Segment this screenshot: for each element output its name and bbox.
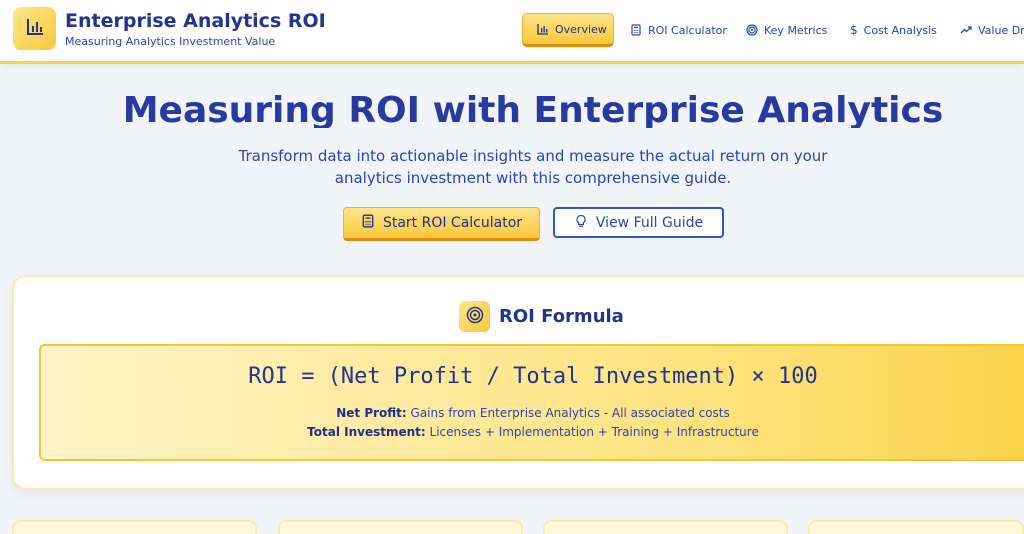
nav-key-metrics-label: Key Metrics (764, 23, 828, 37)
total-investment-term: Total Investment: (307, 425, 426, 439)
target-icon (466, 306, 484, 328)
lightbulb-icon (574, 214, 588, 232)
calculator-icon (630, 24, 642, 36)
total-investment-definition: Total Investment: Licenses + Implementat… (0, 425, 1024, 439)
card-icon-box (459, 301, 490, 332)
calculator-icon (361, 214, 375, 232)
net-profit-definition: Net Profit: Gains from Enterprise Analyt… (0, 406, 1024, 420)
nav-key-metrics[interactable]: Key Metrics (732, 13, 841, 47)
nav-value-drivers-label: Value Driv (978, 23, 1024, 37)
app-subtitle: Measuring Analytics Investment Value (65, 35, 276, 48)
view-full-guide-button[interactable]: View Full Guide (553, 207, 724, 238)
net-profit-desc: Gains from Enterprise Analytics - All as… (410, 406, 730, 420)
roi-formula: ROI = (Net Profit / Total Investment) × … (248, 364, 818, 389)
view-full-guide-label: View Full Guide (595, 214, 704, 231)
bottom-card-edge (808, 520, 1024, 534)
hero-subtitle: Transform data into actionable insights … (238, 147, 828, 187)
nav-cost-analysis[interactable]: $ Cost Analysis (836, 13, 951, 47)
start-roi-calculator-button[interactable]: Start ROI Calculator (343, 207, 540, 241)
bar-chart-icon (537, 23, 549, 35)
net-profit-term: Net Profit: (336, 406, 407, 420)
start-roi-calculator-label: Start ROI Calculator (382, 215, 523, 231)
app-logo (13, 7, 56, 50)
total-investment-desc: Licenses + Implementation + Training + I… (429, 425, 759, 439)
bottom-card-edge (543, 520, 788, 534)
trending-up-icon (960, 24, 972, 36)
bottom-card-edge (278, 520, 523, 534)
formula-box (39, 344, 1024, 461)
nav-overview-label: Overview (555, 22, 607, 36)
target-icon (746, 24, 758, 36)
nav-value-drivers[interactable]: Value Driv (946, 13, 1024, 47)
nav-cost-analysis-label: Cost Analysis (863, 23, 937, 37)
nav-roi-calculator-label: ROI Calculator (648, 23, 727, 37)
nav-overview[interactable]: Overview (522, 13, 614, 47)
app-header: Enterprise Analytics ROI Measuring Analy… (0, 0, 1024, 64)
hero-title: Measuring ROI with Enterprise Analytics (122, 90, 944, 128)
dollar-icon: $ (850, 23, 858, 37)
nav-roi-calculator[interactable]: ROI Calculator (616, 13, 741, 47)
bottom-card-edge (12, 520, 257, 534)
card-title: ROI Formula (499, 306, 624, 327)
bar-chart-icon (25, 17, 45, 41)
app-title: Enterprise Analytics ROI (65, 10, 326, 32)
